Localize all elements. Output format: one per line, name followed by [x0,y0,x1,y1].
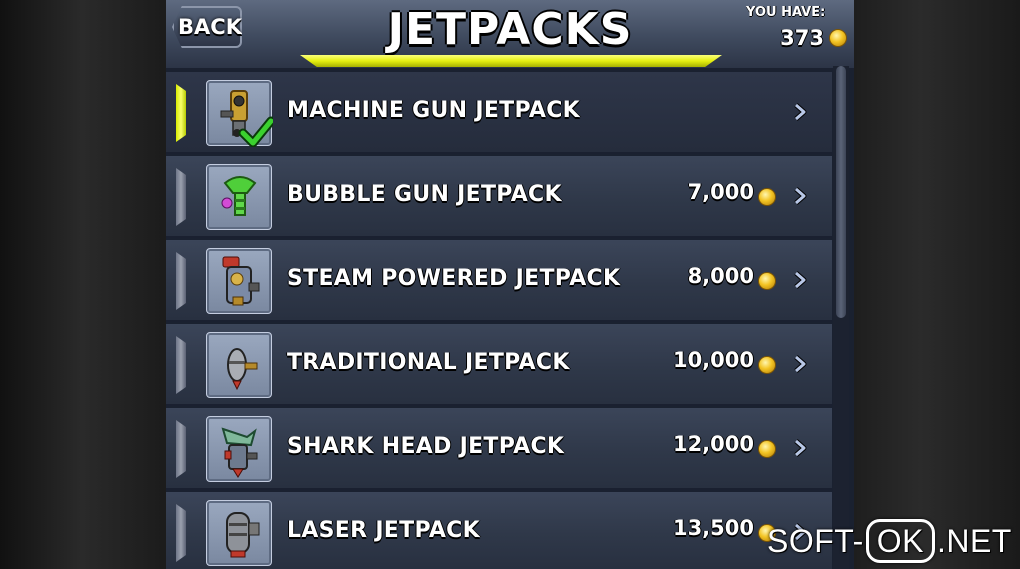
row-tab [176,252,186,310]
shark-head-jetpack-icon [206,416,272,482]
jetpack-row-shark-head[interactable]: SHARK HEAD JETPACK 12,000 [166,408,832,490]
title-underline [300,55,722,67]
chevron-right-icon [794,355,807,373]
bubble-gun-jetpack-icon [206,164,272,230]
right-backdrop [854,0,1020,569]
you-have-label: YOU HAVE: [746,5,826,20]
selected-indicator [176,84,186,142]
machine-gun-jetpack-icon [206,80,273,147]
chevron-right-icon [794,103,807,121]
chevron-right-icon [794,271,807,289]
equipped-check-icon [238,116,273,147]
traditional-jetpack-icon [206,332,272,398]
steam-powered-jetpack-icon [206,248,272,314]
jetpack-row-laser[interactable]: LASER JETPACK 13,500 [166,492,832,569]
coin-icon [758,356,776,374]
jetpack-name: STEAM POWERED JETPACK [287,266,621,291]
jetpack-name: TRADITIONAL JETPACK [287,350,570,375]
back-button[interactable]: BACK [172,6,242,48]
watermark-box: OK [865,519,935,563]
back-button-label: BACK [178,15,242,39]
jetpack-price: 8,000 [687,264,754,288]
jetpack-price: 12,000 [672,432,754,456]
coin-icon [829,29,847,47]
coin-icon [758,272,776,290]
jetpack-name: MACHINE GUN JETPACK [287,98,580,123]
list-scrollbar-thumb[interactable] [836,66,846,318]
jetpack-price: 7,000 [687,180,754,204]
chevron-right-icon [794,187,807,205]
watermark: SOFT- OK .NET [767,519,1012,563]
coin-icon [758,440,776,458]
jetpack-row-traditional[interactable]: TRADITIONAL JETPACK 10,000 [166,324,832,406]
jetpack-row-bubble-gun[interactable]: BUBBLE GUN JETPACK 7,000 [166,156,832,238]
row-tab [176,504,186,562]
laser-jetpack-icon [206,500,272,566]
jetpack-name: SHARK HEAD JETPACK [287,434,565,459]
page-title: JETPACKS [387,4,633,55]
jetpack-price: 10,000 [672,348,754,372]
coin-balance: 373 [780,26,824,50]
watermark-left: SOFT- [767,522,864,559]
jetpack-row-steam-powered[interactable]: STEAM POWERED JETPACK 8,000 [166,240,832,322]
jetpack-name: BUBBLE GUN JETPACK [287,182,562,207]
coin-icon [758,188,776,206]
chevron-right-icon [794,439,807,457]
jetpack-row-machine-gun[interactable]: MACHINE GUN JETPACK [166,72,832,154]
row-tab [176,336,186,394]
jetpack-name: LASER JETPACK [287,518,480,543]
watermark-right: .NET [936,522,1012,559]
jetpack-price: 13,500 [672,516,754,540]
row-tab [176,420,186,478]
row-tab [176,168,186,226]
